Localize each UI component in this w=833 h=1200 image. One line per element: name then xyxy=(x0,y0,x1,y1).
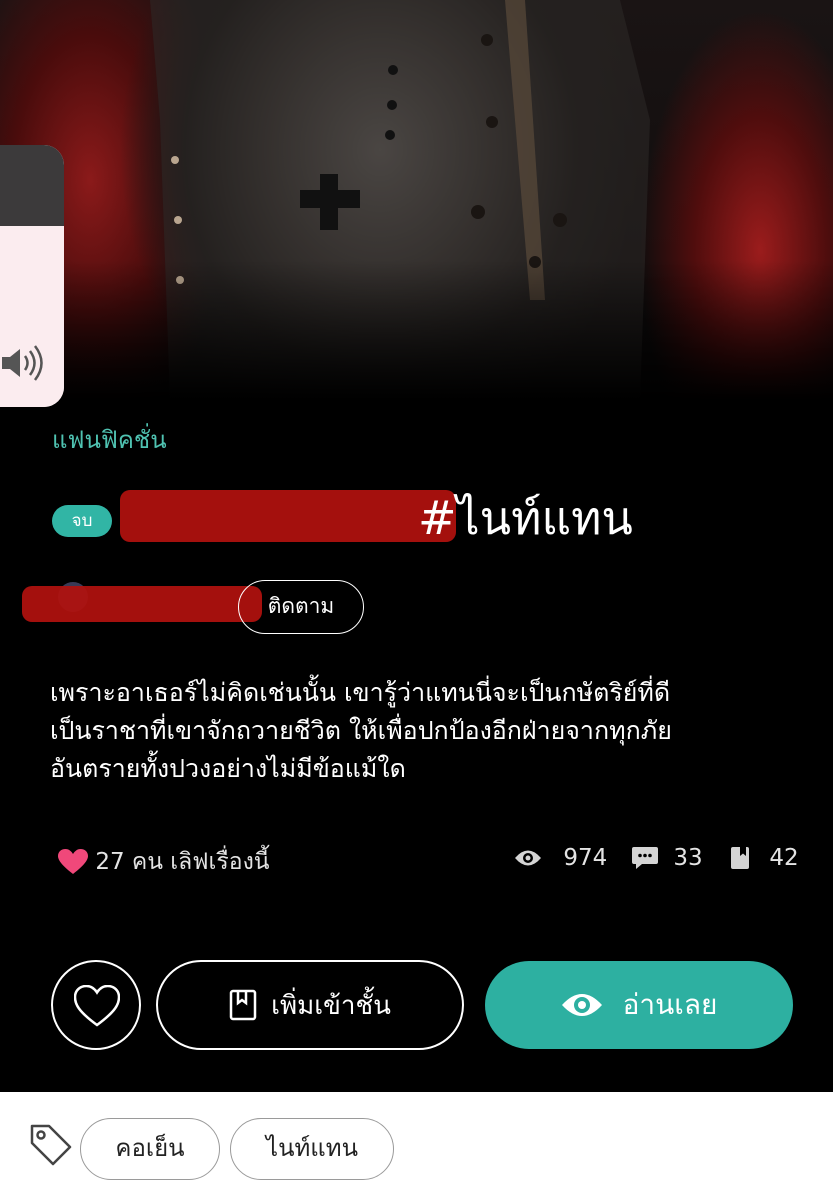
shelf-count: 42 xyxy=(730,844,799,871)
like-count: 27 คน เลิฟเรื่องนี้ xyxy=(58,844,270,880)
follow-button[interactable]: ติดตาม xyxy=(238,580,364,634)
speaker-icon xyxy=(0,345,46,385)
tag-chip-knight-tan[interactable]: ไนท์แทน xyxy=(230,1118,394,1180)
view-count: 974 xyxy=(514,844,607,871)
bookmark-icon xyxy=(731,846,749,869)
status-badge: จบ xyxy=(52,505,112,537)
synopsis-line: อันตรายทั้งปวงอย่างไม่มีข้อแม้ใด xyxy=(50,754,406,783)
eye-icon xyxy=(515,850,541,865)
synopsis-line: เพราะอาเธอร์ไม่คิดเช่นนั้น เขารู้ว่าแทนน… xyxy=(50,678,671,707)
add-shelf-label: เพิ่มเข้าชั้น xyxy=(271,990,391,1021)
comment-value: 33 xyxy=(673,844,703,871)
heart-outline-icon xyxy=(74,985,120,1027)
love-button[interactable] xyxy=(51,960,141,1050)
eye-icon xyxy=(561,994,602,1016)
add-to-shelf-button[interactable]: เพิ่มเข้าชั้น xyxy=(156,960,464,1050)
comment-count: 33 xyxy=(632,844,703,871)
book-icon xyxy=(229,989,257,1021)
comment-icon xyxy=(632,846,658,869)
shelf-value: 42 xyxy=(769,844,799,871)
tag-icon xyxy=(28,1122,74,1172)
story-title-row: จบ #ไนท์แทน xyxy=(52,488,812,548)
cover-image xyxy=(0,0,833,400)
tag-chip-kho-yen[interactable]: คอเย็น xyxy=(80,1118,220,1180)
read-now-label: อ่านเลย xyxy=(622,988,718,1021)
genre-label[interactable]: แฟนฟิคชั่น xyxy=(52,420,167,459)
volume-slider[interactable] xyxy=(0,145,64,407)
like-text: 27 คน เลิฟเรื่องนี้ xyxy=(95,849,270,875)
redacted-title xyxy=(120,490,456,542)
view-value: 974 xyxy=(563,844,608,871)
story-title: #ไนท์แทน xyxy=(418,491,633,545)
synopsis-line: เป็นราชาที่เขาจักถวายชีวิต ให้เพื่อปกป้อ… xyxy=(50,716,672,745)
synopsis: เพราะอาเธอร์ไม่คิดเช่นนั้น เขารู้ว่าแทนน… xyxy=(50,674,790,788)
read-now-button[interactable]: อ่านเลย xyxy=(485,961,793,1049)
redacted-author-name xyxy=(22,586,262,622)
stats-row: 27 คน เลิฟเรื่องนี้ 974 33 42 xyxy=(58,838,808,878)
heart-icon xyxy=(58,849,88,874)
